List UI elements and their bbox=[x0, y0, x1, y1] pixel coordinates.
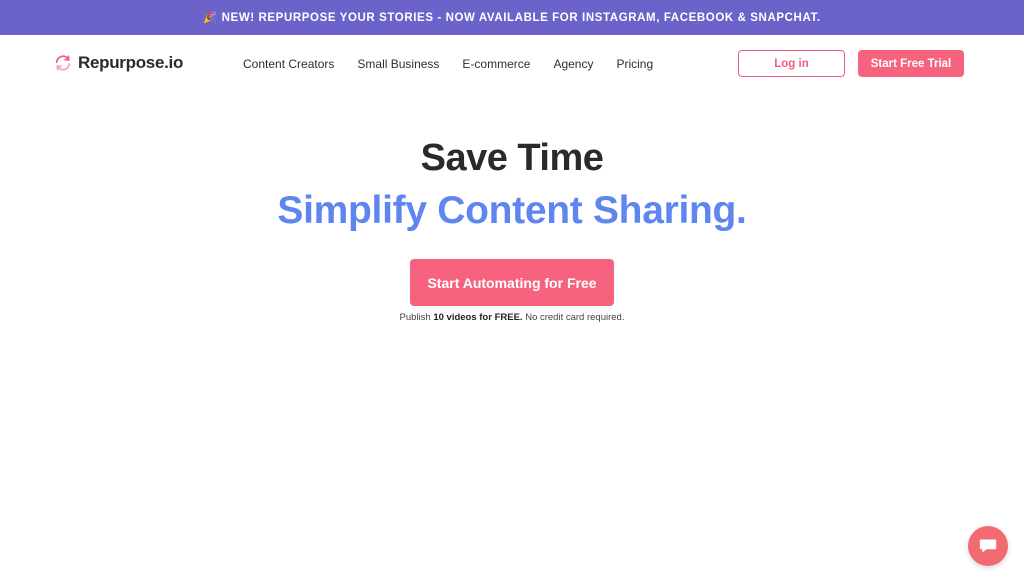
note-bold: 10 videos for FREE. bbox=[433, 312, 523, 323]
announcement-bar[interactable]: 🎉 NEW! REPURPOSE YOUR STORIES - NOW AVAI… bbox=[0, 0, 1024, 35]
site-header: Repurpose.io Content Creators Small Busi… bbox=[0, 35, 1024, 95]
announcement-text: NEW! REPURPOSE YOUR STORIES - NOW AVAILA… bbox=[221, 11, 821, 24]
main-menu: Content Creators Small Business E-commer… bbox=[243, 57, 676, 71]
refresh-arrows-icon bbox=[55, 55, 71, 71]
menu-item-content-creators[interactable]: Content Creators bbox=[243, 57, 334, 71]
chat-bubble-icon bbox=[979, 539, 997, 553]
logo-text: Repurpose.io bbox=[78, 53, 184, 72]
chat-widget-button[interactable] bbox=[968, 526, 1008, 566]
note-suffix: No credit card required. bbox=[522, 312, 625, 323]
menu-item-agency[interactable]: Agency bbox=[553, 57, 593, 71]
menu-item-small-business[interactable]: Small Business bbox=[357, 57, 439, 71]
start-free-trial-button[interactable]: Start Free Trial bbox=[858, 50, 964, 77]
hero-subtitle: Simplify Content Sharing. bbox=[277, 189, 747, 232]
start-automating-button[interactable]: Start Automating for Free bbox=[410, 259, 614, 306]
party-popper-icon: 🎉 bbox=[203, 12, 218, 24]
note-prefix: Publish bbox=[399, 312, 434, 323]
menu-item-pricing[interactable]: Pricing bbox=[616, 57, 653, 71]
hero-title: Save Time bbox=[420, 137, 604, 179]
menu-item-e-commerce[interactable]: E-commerce bbox=[462, 57, 530, 71]
login-button[interactable]: Log in bbox=[738, 50, 845, 77]
logo[interactable]: Repurpose.io bbox=[54, 53, 183, 73]
hero-note: Publish 10 videos for FREE. No credit ca… bbox=[0, 312, 1024, 323]
